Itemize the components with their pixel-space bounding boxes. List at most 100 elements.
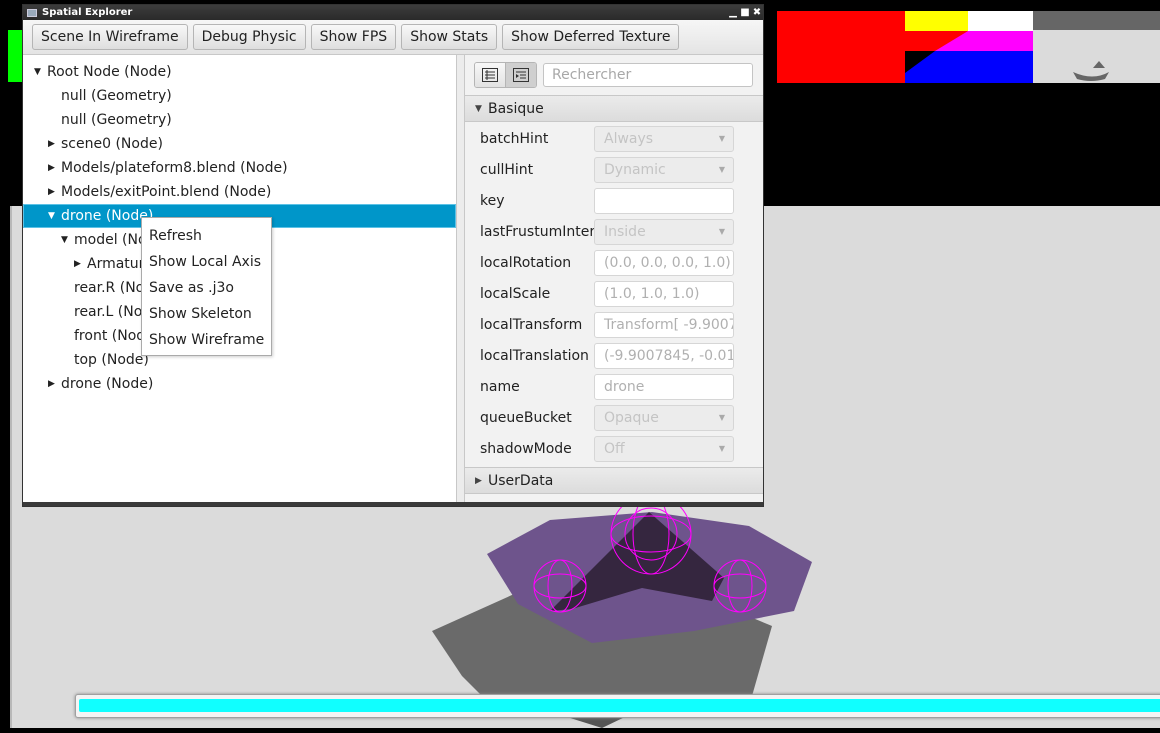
dropdown-arrow-icon: ▼ <box>718 444 725 453</box>
prop-label: localTransform <box>480 316 583 333</box>
minimize-icon[interactable]: ▁ <box>727 7 739 18</box>
prop-label: cullHint <box>480 161 534 178</box>
localrotation-field[interactable]: (0.0, 0.0, 0.0, 1.0) <box>594 249 734 276</box>
localtranslation-field[interactable]: (-9.9007845, -0.01 <box>594 342 734 369</box>
close-icon[interactable]: ✖ <box>751 7 763 18</box>
alphabetical-list-icon <box>513 68 529 82</box>
lastfrustumintersection-select[interactable]: Inside ▼ <box>594 218 734 245</box>
tree-row-label: Root Node (Node) <box>47 64 172 80</box>
name-field[interactable]: drone <box>594 373 734 400</box>
spatial-explorer-window: Spatial Explorer ▁ ■ ✖ Scene In Wirefram… <box>22 4 764 507</box>
prop-label: key <box>480 192 505 209</box>
select-value: Opaque <box>604 409 659 426</box>
tree-row[interactable]: null (Geometry) <box>23 84 456 108</box>
prop-row-localrotation: localRotation (0.0, 0.0, 0.0, 1.0) <box>465 247 763 278</box>
cullhint-select[interactable]: Dynamic ▼ <box>594 156 734 183</box>
prop-label: batchHint <box>480 130 549 147</box>
texture-normal <box>905 11 1033 83</box>
prop-label: shadowMode <box>480 440 572 457</box>
toolbar: Scene In Wireframe Debug Physic Show FPS… <box>23 20 763 55</box>
prop-row-batchhint: batchHint Always ▼ <box>465 123 763 154</box>
dropdown-arrow-icon: ▼ <box>718 227 725 236</box>
batchhint-select[interactable]: Always ▼ <box>594 125 734 152</box>
loading-progress-bar <box>75 694 1160 718</box>
select-value: Dynamic <box>604 161 666 178</box>
collapsed-arrow-icon[interactable]: ▶ <box>48 187 61 197</box>
section-basique[interactable]: ▼ Basique <box>465 96 763 122</box>
prop-label: localRotation <box>480 254 572 271</box>
shadowmode-select[interactable]: Off ▼ <box>594 435 734 462</box>
tree-row[interactable]: null (Geometry) <box>23 108 456 132</box>
prop-row-queuebucket: queueBucket Opaque ▼ <box>465 402 763 433</box>
debug-physic-button[interactable]: Debug Physic <box>192 24 306 50</box>
property-search-input[interactable] <box>543 63 753 87</box>
window-title: Spatial Explorer <box>42 7 133 18</box>
tree-row-label: Models/plateform8.blend (Node) <box>61 160 288 176</box>
section-userdata[interactable]: ▶ UserData <box>465 467 763 494</box>
context-menu: Refresh Show Local Axis Save as .j3o Sho… <box>141 217 272 356</box>
collapsed-arrow-icon[interactable]: ▶ <box>48 163 61 173</box>
tree-row-label: Models/exitPoint.blend (Node) <box>61 184 272 200</box>
deferred-texture-preview <box>777 11 1160 83</box>
prop-row-key: key <box>465 185 763 216</box>
tree-row-label: null (Geometry) <box>61 88 172 104</box>
tree-row-label: scene0 (Node) <box>61 136 163 152</box>
split-divider[interactable] <box>457 55 465 502</box>
prop-row-cullhint: cullHint Dynamic ▼ <box>465 154 763 185</box>
menu-item-save-as-j3o[interactable]: Save as .j3o <box>142 275 271 301</box>
split-pane: ▼ Root Node (Node) null (Geometry) null … <box>23 55 763 506</box>
show-stats-button[interactable]: Show Stats <box>401 24 498 50</box>
expand-arrow-icon[interactable]: ▼ <box>61 235 74 245</box>
tree-row-label: null (Geometry) <box>61 112 172 128</box>
prop-label: name <box>480 378 520 395</box>
progress-fill <box>79 699 1160 712</box>
key-field[interactable] <box>594 187 734 214</box>
view-mode-toggle <box>474 62 537 88</box>
maximize-icon[interactable]: ■ <box>739 7 751 18</box>
prop-label: localScale <box>480 285 551 302</box>
collapsed-arrow-icon[interactable]: ▶ <box>48 379 61 389</box>
localscale-field[interactable]: (1.0, 1.0, 1.0) <box>594 280 734 307</box>
select-value: Always <box>604 130 654 147</box>
window-titlebar[interactable]: Spatial Explorer ▁ ■ ✖ <box>23 5 763 20</box>
menu-item-show-local-axis[interactable]: Show Local Axis <box>142 249 271 275</box>
collapsed-arrow-icon[interactable]: ▶ <box>48 139 61 149</box>
localtransform-field[interactable]: Transform[ -9.9007 <box>594 311 734 338</box>
prop-row-lastfrustumintersection: lastFrustumInter... Inside ▼ <box>465 216 763 247</box>
expand-arrow-icon: ▼ <box>475 103 482 114</box>
tree-row-label: top (Node) <box>74 352 149 368</box>
prop-label: queueBucket <box>480 409 572 426</box>
show-fps-button[interactable]: Show FPS <box>310 24 397 50</box>
tree-row[interactable]: ▶ Models/plateform8.blend (Node) <box>23 156 456 180</box>
collapsed-arrow-icon: ▶ <box>475 475 482 486</box>
menu-item-show-wireframe[interactable]: Show Wireframe <box>142 327 271 353</box>
alphabetical-view-button[interactable] <box>505 63 536 87</box>
collapsed-arrow-icon[interactable]: ▶ <box>74 259 87 269</box>
prop-label: localTranslation <box>480 347 589 364</box>
categorized-list-icon <box>482 68 498 82</box>
categorized-view-button[interactable] <box>475 63 505 87</box>
dropdown-arrow-icon: ▼ <box>718 134 725 143</box>
tree-row[interactable]: ▶ Models/exitPoint.blend (Node) <box>23 180 456 204</box>
tree-row[interactable]: ▶ drone (Node) <box>23 372 456 396</box>
property-rows: batchHint Always ▼ cullHint Dynamic ▼ key … <box>465 122 763 464</box>
dropdown-arrow-icon: ▼ <box>718 165 725 174</box>
show-deferred-texture-button[interactable]: Show Deferred Texture <box>502 24 680 50</box>
expand-arrow-icon[interactable]: ▼ <box>34 67 47 77</box>
menu-item-show-skeleton[interactable]: Show Skeleton <box>142 301 271 327</box>
prop-label: lastFrustumInter... <box>480 223 608 240</box>
scene-in-wireframe-button[interactable]: Scene In Wireframe <box>32 24 188 50</box>
window-bottom-border <box>23 502 763 506</box>
expand-arrow-icon[interactable]: ▼ <box>48 211 61 221</box>
menu-item-refresh[interactable]: Refresh <box>142 223 271 249</box>
tree-row-label: drone (Node) <box>61 376 154 392</box>
queuebucket-select[interactable]: Opaque ▼ <box>594 404 734 431</box>
tree-row-root-node[interactable]: ▼ Root Node (Node) <box>23 60 456 84</box>
fps-indicator-bar <box>8 30 22 82</box>
prop-row-name: name drone <box>465 371 763 402</box>
window-icon <box>27 8 37 17</box>
tree-row[interactable]: ▶ scene0 (Node) <box>23 132 456 156</box>
tree-row-label: drone (Node) <box>61 208 154 224</box>
property-sheet-header <box>465 55 763 96</box>
prop-row-shadowmode: shadowMode Off ▼ <box>465 433 763 464</box>
